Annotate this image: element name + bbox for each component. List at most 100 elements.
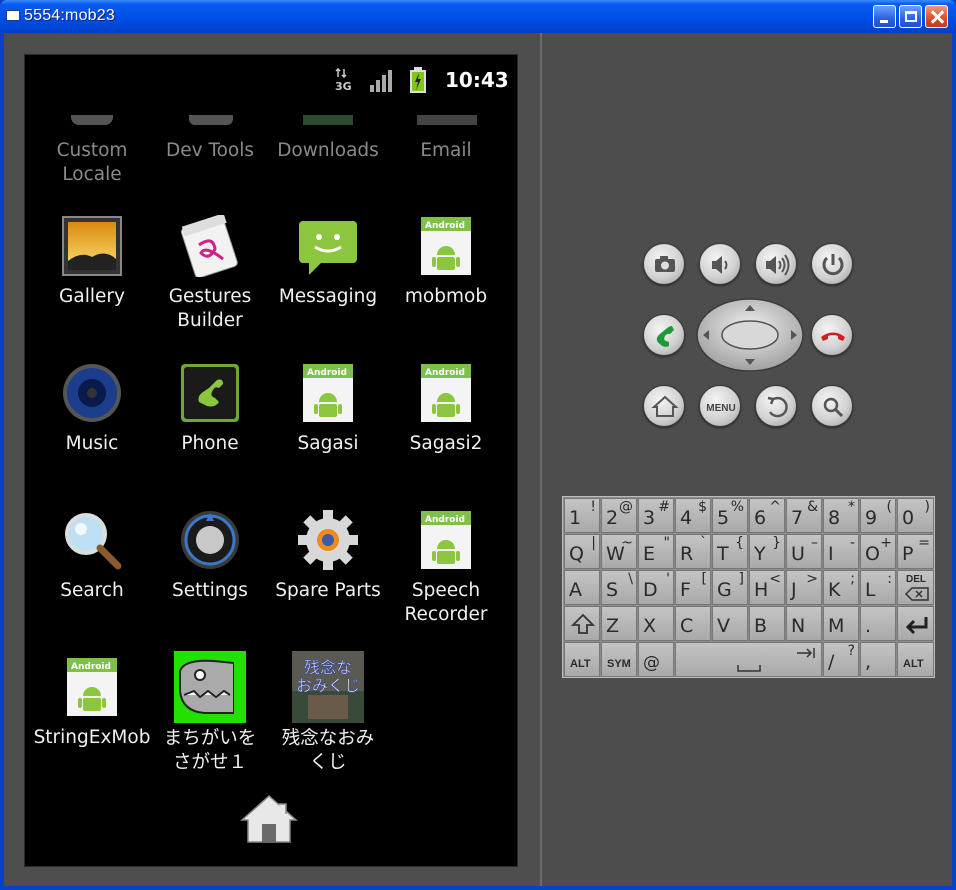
- key-9[interactable]: 9(: [860, 498, 896, 533]
- end-call-button[interactable]: [811, 314, 853, 356]
- key-1[interactable]: 1!: [564, 498, 600, 533]
- alt-right-key[interactable]: ALT: [897, 642, 934, 677]
- app-email[interactable]: Email: [387, 115, 505, 163]
- battery-icon: [410, 67, 426, 93]
- minimize-button[interactable]: [873, 5, 896, 28]
- shift-key[interactable]: [564, 606, 600, 641]
- home-icon[interactable]: [238, 792, 300, 846]
- key-i[interactable]: I-: [823, 534, 859, 569]
- app-label: StringExMob: [33, 727, 151, 748]
- dev-tools-icon: [179, 115, 241, 131]
- volume-up-button[interactable]: [755, 243, 797, 285]
- key-s[interactable]: S \: [601, 570, 637, 605]
- space-key[interactable]: [675, 642, 822, 677]
- key-3[interactable]: 3 #: [638, 498, 674, 533]
- key-p[interactable]: P =: [897, 534, 934, 569]
- enter-key[interactable]: [897, 606, 934, 641]
- key-q[interactable]: Q |: [564, 534, 600, 569]
- email-icon: [415, 115, 477, 131]
- sym-key[interactable]: SYM: [601, 642, 637, 677]
- maximize-button[interactable]: [899, 5, 922, 28]
- app-messaging[interactable]: Messaging: [269, 215, 387, 309]
- key-m[interactable]: M: [823, 606, 859, 641]
- app-downloads[interactable]: Downloads: [269, 115, 387, 163]
- dpad[interactable]: [695, 297, 805, 373]
- app-machigai[interactable]: まちがいを さがせ１: [151, 651, 269, 775]
- call-button[interactable]: [643, 314, 685, 356]
- key-5[interactable]: 5%: [712, 498, 748, 533]
- key-j[interactable]: J >: [786, 570, 822, 605]
- app-label: Messaging: [278, 286, 378, 307]
- camera-icon: [655, 256, 675, 272]
- app-mobmob[interactable]: Android mobmob: [387, 215, 505, 309]
- app-custom-locale[interactable]: Custom Locale: [33, 115, 151, 187]
- key-at[interactable]: @: [638, 642, 674, 677]
- search-icon: [61, 509, 123, 571]
- key-comma[interactable]: ,: [860, 642, 896, 677]
- home-key-icon: [651, 395, 679, 417]
- svg-text:Android: Android: [425, 515, 465, 525]
- key-z[interactable]: Z: [601, 606, 637, 641]
- app-music[interactable]: Music: [33, 362, 151, 456]
- skin-controls-panel: MENU 1! 2@ 3# 4$ 5% 6^ 7& 8* 9( 0): [542, 33, 952, 886]
- key-slash[interactable]: /?: [823, 642, 859, 677]
- key-d[interactable]: D ': [638, 570, 674, 605]
- key-n[interactable]: N: [786, 606, 822, 641]
- home-button[interactable]: [643, 385, 685, 427]
- key-r[interactable]: R `: [675, 534, 711, 569]
- key-w[interactable]: W ~: [601, 534, 637, 569]
- key-h[interactable]: H <: [749, 570, 785, 605]
- app-label: Phone: [181, 433, 239, 454]
- phone-icon: [179, 362, 241, 424]
- key-o[interactable]: O +: [860, 534, 896, 569]
- back-button[interactable]: [755, 385, 797, 427]
- key-t[interactable]: T{: [712, 534, 748, 569]
- menu-button[interactable]: MENU: [699, 385, 741, 427]
- key-x[interactable]: X: [638, 606, 674, 641]
- key-0[interactable]: 0): [897, 498, 934, 533]
- key-2[interactable]: 2 @: [601, 498, 637, 533]
- app-stringexmob[interactable]: Android StringExMob: [33, 656, 151, 750]
- power-button[interactable]: [811, 243, 853, 285]
- alt-left-key[interactable]: ALT: [564, 642, 600, 677]
- app-spare-parts[interactable]: Spare Parts: [269, 509, 387, 603]
- app-speech-recorder[interactable]: Android Speech Recorder: [387, 509, 505, 627]
- app-dev-tools[interactable]: Dev Tools: [151, 115, 269, 163]
- key-4[interactable]: 4 $: [675, 498, 711, 533]
- app-label: Gallery: [59, 286, 125, 307]
- key-u[interactable]: U –: [786, 534, 822, 569]
- key-y[interactable]: Y}: [749, 534, 785, 569]
- key-k[interactable]: K;: [823, 570, 859, 605]
- key-v[interactable]: V: [712, 606, 748, 641]
- key-g[interactable]: G]: [712, 570, 748, 605]
- app-search[interactable]: Search: [33, 509, 151, 603]
- close-button[interactable]: [925, 5, 948, 28]
- key-l[interactable]: L:: [860, 570, 896, 605]
- key-b[interactable]: B: [749, 606, 785, 641]
- phone-screen[interactable]: 3G 10:43 Custom Locale Dev Tools Downloa…: [24, 54, 518, 867]
- key-8[interactable]: 8 *: [823, 498, 859, 533]
- key-c[interactable]: C: [675, 606, 711, 641]
- volume-down-button[interactable]: [699, 243, 741, 285]
- power-icon: [822, 254, 844, 276]
- app-sagasi[interactable]: Android Sagasi: [269, 362, 387, 456]
- key-6[interactable]: 6 ^: [749, 498, 785, 533]
- key-period[interactable]: .: [860, 606, 896, 641]
- app-label: Speech Recorder: [404, 580, 488, 625]
- search-button[interactable]: [811, 385, 853, 427]
- app-gestures-builder[interactable]: Gestures Builder: [151, 213, 269, 333]
- key-e[interactable]: E ": [638, 534, 674, 569]
- delete-key[interactable]: DEL: [897, 570, 934, 605]
- camera-button[interactable]: [643, 243, 685, 285]
- spare-parts-icon: [297, 509, 359, 571]
- app-gallery[interactable]: Gallery: [33, 215, 151, 309]
- app-phone[interactable]: Phone: [151, 362, 269, 456]
- app-omikuji[interactable]: 残念な おみくじ 残念なおみ くじ: [269, 651, 387, 775]
- key-a[interactable]: A: [564, 570, 600, 605]
- app-sagasi2[interactable]: Android Sagasi2: [387, 362, 505, 456]
- app-label: Sagasi: [297, 433, 359, 454]
- app-settings[interactable]: Settings: [151, 509, 269, 603]
- title-bar[interactable]: 5554:mob23: [0, 0, 956, 33]
- key-f[interactable]: F[: [675, 570, 711, 605]
- key-7[interactable]: 7 &: [786, 498, 822, 533]
